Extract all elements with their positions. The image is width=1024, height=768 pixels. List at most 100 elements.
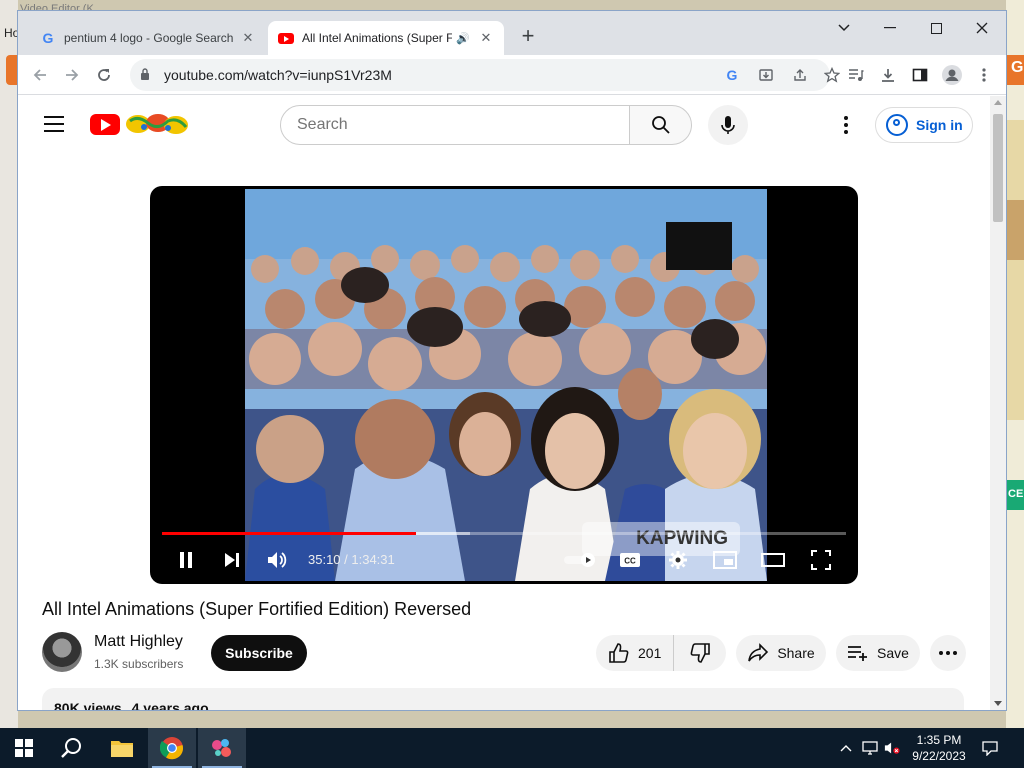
- app-icon: [212, 739, 231, 757]
- desktop-cartoon: [1006, 120, 1024, 420]
- install-app-icon[interactable]: [756, 65, 776, 85]
- page-scrollbar[interactable]: [990, 96, 1006, 710]
- subscribe-button[interactable]: Subscribe: [211, 635, 307, 671]
- voice-search-button[interactable]: [708, 105, 748, 145]
- channel-name[interactable]: Matt Highley: [94, 633, 183, 651]
- sign-in-label: Sign in: [916, 117, 963, 133]
- share-page-icon[interactable]: [790, 65, 810, 85]
- new-tab-button[interactable]: +: [516, 25, 540, 49]
- side-panel-icon[interactable]: [908, 63, 932, 87]
- theater-mode-button[interactable]: [760, 548, 786, 572]
- back-icon[interactable]: [28, 63, 52, 87]
- taskbar-file-explorer[interactable]: [98, 728, 146, 768]
- channel-avatar[interactable]: [42, 632, 82, 672]
- close-window-button[interactable]: [962, 15, 1002, 41]
- download-icon[interactable]: [876, 63, 900, 87]
- tab-title: pentium 4 logo - Google Search: [64, 31, 234, 45]
- like-button[interactable]: 201: [596, 635, 675, 671]
- network-icon[interactable]: [862, 740, 878, 756]
- google-lens-icon[interactable]: G: [722, 65, 742, 85]
- video-progress-bar[interactable]: [162, 532, 846, 535]
- more-actions-button[interactable]: [930, 635, 966, 671]
- taskbar-clock[interactable]: 1:35 PM 9/22/2023: [904, 732, 974, 764]
- desktop-green-button[interactable]: CE: [1006, 480, 1024, 510]
- close-tab-icon[interactable]: ✕: [240, 30, 256, 46]
- close-tab-icon[interactable]: ✕: [478, 30, 494, 46]
- like-dislike-group: 201: [596, 635, 726, 671]
- browser-toolbar: youtube.com/watch?v=iunpS1Vr23M G: [18, 55, 1006, 95]
- dislike-button[interactable]: [674, 635, 726, 671]
- bookmark-star-icon[interactable]: [822, 65, 842, 85]
- next-button[interactable]: [220, 548, 244, 572]
- maximize-button[interactable]: [916, 15, 956, 41]
- chrome-icon: [160, 737, 184, 760]
- settings-more-icon[interactable]: [836, 114, 856, 136]
- youtube-page: Sign in: [18, 96, 990, 710]
- taskbar-kapwing-app[interactable]: [198, 728, 246, 768]
- theater-mode-icon: [761, 553, 785, 567]
- google-icon: G: [42, 30, 54, 46]
- youtube-icon: [278, 30, 294, 46]
- scroll-thumb[interactable]: [993, 114, 1003, 222]
- desktop-left-app: Ho: [0, 0, 19, 728]
- description-box[interactable]: 80K views 4 years ago: [42, 688, 964, 710]
- save-button[interactable]: Save: [836, 635, 920, 671]
- notifications-icon[interactable]: [982, 740, 998, 756]
- tab-search-chevron-icon[interactable]: [824, 15, 864, 41]
- desktop-right-badge: G: [1006, 55, 1024, 85]
- profile-avatar[interactable]: [940, 63, 964, 87]
- taskbar-search-button[interactable]: [48, 728, 96, 768]
- scroll-down-arrow-icon[interactable]: [994, 701, 1002, 706]
- forward-icon[interactable]: [60, 63, 84, 87]
- address-bar[interactable]: youtube.com/watch?v=iunpS1Vr23M G: [130, 59, 840, 91]
- youtube-logo[interactable]: [90, 112, 190, 136]
- browser-window: G pentium 4 logo - Google Search ✕ All I…: [17, 10, 1007, 711]
- clock-date: 9/22/2023: [912, 749, 966, 763]
- folder-icon: [111, 741, 133, 757]
- start-button[interactable]: [0, 728, 48, 768]
- view-count: 80K views: [54, 700, 122, 710]
- chrome-menu-icon[interactable]: [972, 63, 996, 87]
- settings-button[interactable]: [666, 548, 690, 572]
- media-controls-icon[interactable]: [844, 63, 868, 87]
- censor-box: [666, 222, 732, 270]
- guide-menu-icon[interactable]: [44, 116, 64, 132]
- like-count: 201: [638, 645, 662, 661]
- fullscreen-button[interactable]: [808, 548, 834, 572]
- scroll-up-arrow-icon[interactable]: [994, 100, 1002, 105]
- video-player[interactable]: KAPWING 35:10 / 1:34:31 CC: [150, 186, 858, 584]
- minimize-button[interactable]: [870, 15, 910, 41]
- share-icon: [748, 643, 769, 662]
- lock-icon[interactable]: [140, 67, 154, 83]
- thumbs-down-icon: [690, 643, 710, 663]
- fullscreen-icon: [811, 550, 831, 570]
- captions-button[interactable]: CC: [618, 548, 642, 572]
- audio-playing-icon[interactable]: 🔊: [456, 32, 470, 45]
- taskbar-chrome[interactable]: [148, 728, 196, 768]
- autoplay-toggle-icon: [564, 553, 595, 567]
- tab-youtube-video[interactable]: All Intel Animations (Super F 🔊 ✕: [268, 21, 504, 55]
- desktop-cartoon-detail: [1006, 200, 1024, 260]
- windows-logo-icon: [15, 739, 33, 757]
- search-input[interactable]: [297, 116, 629, 134]
- search-button[interactable]: [629, 105, 692, 145]
- reload-icon[interactable]: [92, 63, 116, 87]
- tab-google-search[interactable]: G pentium 4 logo - Google Search ✕: [30, 21, 266, 55]
- tab-strip: G pentium 4 logo - Google Search ✕ All I…: [18, 11, 1006, 55]
- windows-taskbar: 1:35 PM 9/22/2023: [0, 728, 1024, 768]
- autoplay-toggle[interactable]: [562, 548, 598, 572]
- miniplayer-icon: [713, 551, 737, 569]
- save-label: Save: [877, 645, 909, 661]
- volume-muted-icon[interactable]: [884, 740, 900, 756]
- thumbs-up-icon: [609, 643, 629, 663]
- svg-text:CC: CC: [624, 557, 636, 566]
- tray-overflow-chevron-icon[interactable]: [838, 740, 854, 756]
- volume-button[interactable]: [266, 548, 290, 572]
- pause-button[interactable]: [174, 548, 198, 572]
- upload-date: 4 years ago: [131, 700, 209, 710]
- sign-in-button[interactable]: Sign in: [875, 107, 973, 143]
- save-playlist-icon: [848, 646, 868, 661]
- share-button[interactable]: Share: [736, 635, 826, 671]
- miniplayer-button[interactable]: [712, 548, 738, 572]
- share-label: Share: [777, 645, 815, 661]
